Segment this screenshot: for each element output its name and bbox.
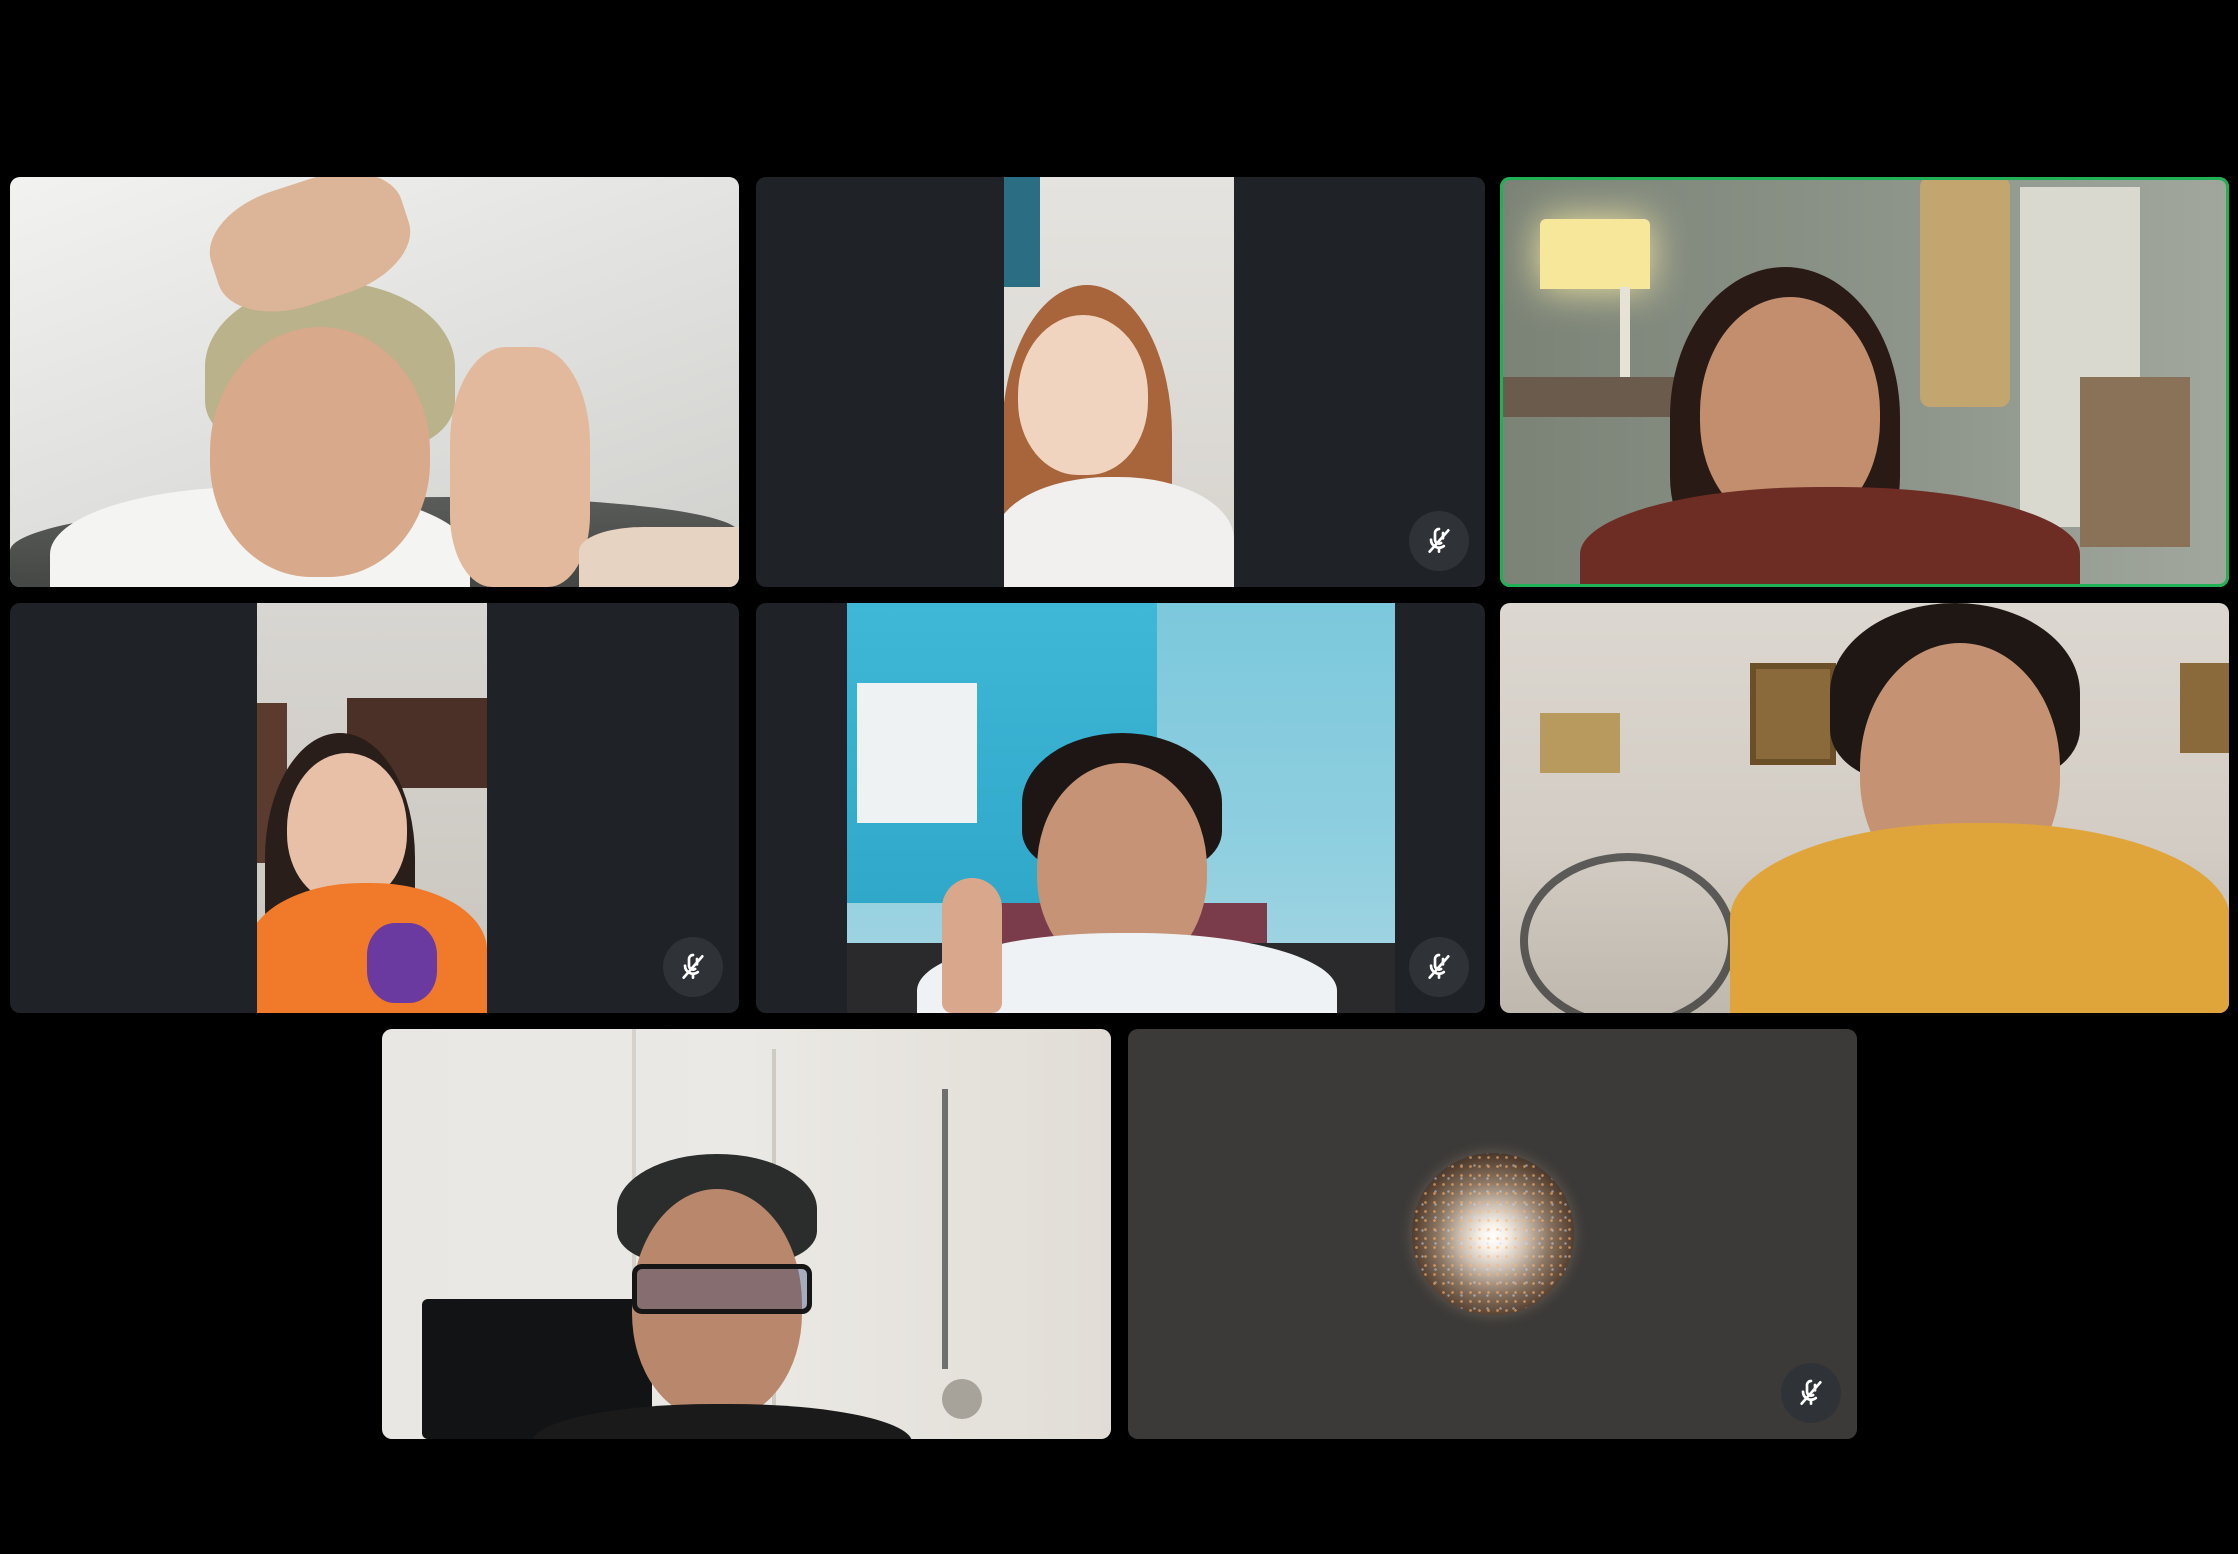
participant-tile-7[interactable] (382, 1029, 1111, 1439)
mic-off-icon (1423, 527, 1455, 557)
muted-badge[interactable] (1409, 511, 1469, 571)
participant-video (847, 603, 1395, 1013)
muted-badge[interactable] (663, 937, 723, 997)
avatar-stars (1411, 1153, 1574, 1315)
participant-video (10, 177, 739, 587)
participant-tile-1[interactable] (10, 177, 739, 587)
star-cluster-avatar-icon (1411, 1153, 1574, 1315)
participant-video (1500, 177, 2229, 587)
muted-badge[interactable] (1781, 1363, 1841, 1423)
video-call-grid (0, 0, 2238, 1554)
participant-video (382, 1029, 1111, 1439)
participant-tile-2[interactable] (756, 177, 1485, 587)
mic-off-icon (1800, 1379, 1822, 1405)
participant-tile-6[interactable] (1500, 603, 2229, 1013)
muted-badge[interactable] (1409, 937, 1469, 997)
mic-off-icon (682, 953, 704, 979)
participant-tile-3[interactable] (1500, 177, 2229, 587)
participant-tile-4[interactable] (10, 603, 739, 1013)
participant-tile-8[interactable] (1128, 1029, 1857, 1439)
participant-tile-5[interactable] (756, 603, 1485, 1013)
participant-video (257, 603, 487, 1013)
mic-off-icon (1428, 953, 1450, 979)
participant-video (1500, 603, 2229, 1013)
participant-video (1004, 177, 1234, 587)
